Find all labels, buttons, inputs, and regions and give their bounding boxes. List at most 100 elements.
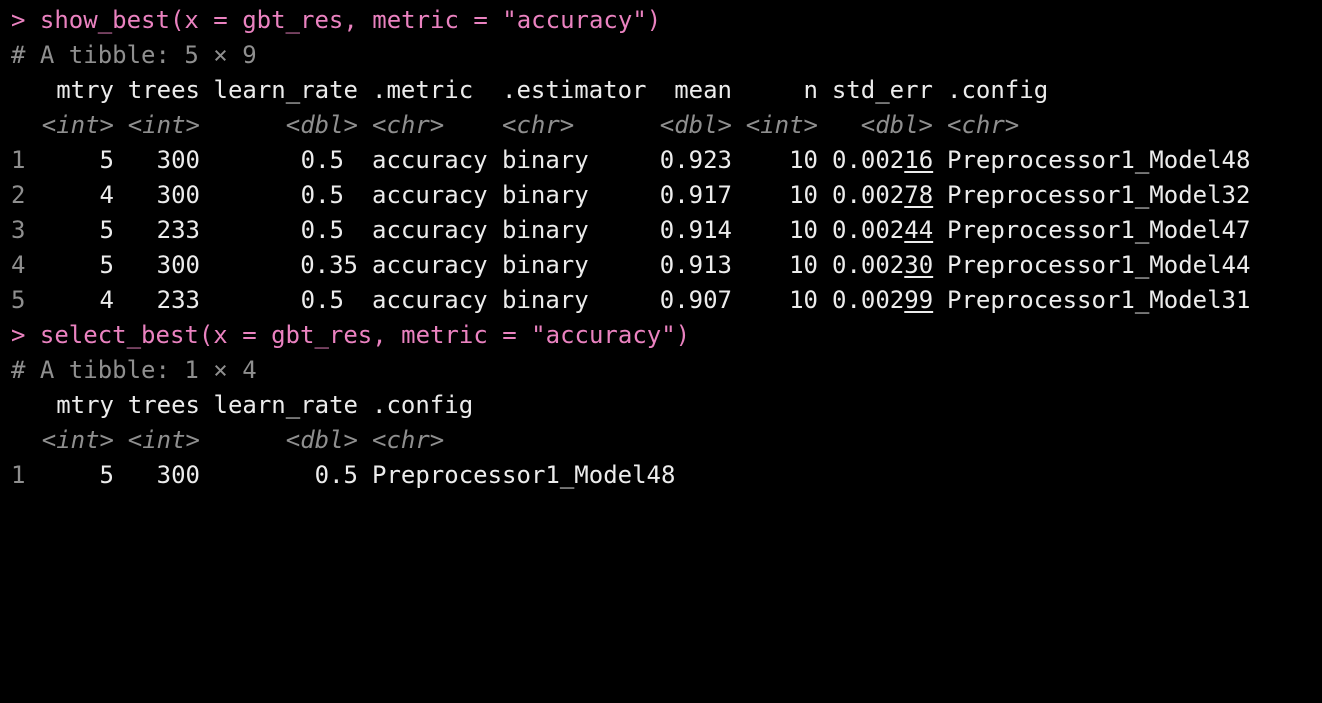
column-header: learn_rate — [213, 76, 359, 104]
column-type: <int> — [127, 111, 200, 139]
cell-mtry: 5 — [99, 216, 114, 244]
table-row: 5 4 233 0.5 accuracy binary 0.907 10 0.0… — [0, 283, 1322, 318]
cell-estimator: binary — [502, 286, 589, 314]
cell-trees: 300 — [156, 251, 200, 279]
cell-std-err: 0.00278 — [832, 178, 933, 213]
column-header: mean — [674, 76, 732, 104]
cell-metric: accuracy — [372, 286, 488, 314]
cell-mean: 0.907 — [659, 286, 732, 314]
cell-n: 10 — [789, 146, 818, 174]
column-header-row: mtry trees learn_rate .config — [0, 388, 1322, 423]
std-err-lead: 0.002 — [832, 286, 905, 314]
cell-config: Preprocessor1_Model48 — [372, 461, 676, 489]
std-err-tail: 99 — [904, 286, 934, 314]
column-type: <int> — [745, 111, 818, 139]
cell-trees: 233 — [156, 216, 200, 244]
table-row: 1 5 300 0.5 Preprocessor1_Model48 — [0, 458, 1322, 493]
cell-learn-rate: 0.5 — [300, 146, 344, 174]
cell-n: 10 — [789, 251, 818, 279]
command-line: > show_best(x = gbt_res, metric = "accur… — [0, 3, 1322, 38]
column-header: .estimator — [502, 76, 647, 104]
column-header: learn_rate — [213, 391, 359, 419]
column-type: <dbl> — [659, 111, 732, 139]
column-header: .config — [947, 76, 1049, 104]
cell-trees: 300 — [156, 146, 200, 174]
std-err-lead: 0.002 — [832, 216, 905, 244]
column-type: <int> — [41, 426, 114, 454]
cell-n: 10 — [789, 286, 818, 314]
cell-learn-rate: 0.5 — [300, 181, 344, 209]
column-type-row: <int> <int> <dbl> <chr> — [0, 423, 1322, 458]
column-header: mtry — [56, 76, 114, 104]
cell-std-err: 0.00299 — [832, 283, 933, 318]
table-row: 3 5 233 0.5 accuracy binary 0.914 10 0.0… — [0, 213, 1322, 248]
command-text: select_best(x = gbt_res, metric = "accur… — [39, 321, 691, 349]
cell-metric: accuracy — [372, 146, 488, 174]
column-header: .metric — [372, 76, 474, 104]
cell-config: Preprocessor1_Model32 — [947, 181, 1251, 209]
cell-learn-rate: 0.35 — [300, 251, 358, 279]
cell-trees: 300 — [156, 461, 200, 489]
cell-mtry: 5 — [99, 461, 114, 489]
cell-mtry: 5 — [99, 146, 114, 174]
cell-metric: accuracy — [372, 216, 488, 244]
std-err-tail: 44 — [904, 216, 934, 244]
column-type: <chr> — [372, 426, 445, 454]
cell-mean: 0.914 — [659, 216, 732, 244]
tibble-header: # A tibble: 5 × 9 — [11, 41, 257, 69]
cell-std-err: 0.00216 — [832, 143, 933, 178]
cell-metric: accuracy — [372, 251, 488, 279]
cell-estimator: binary — [502, 216, 589, 244]
r-console[interactable]: > show_best(x = gbt_res, metric = "accur… — [0, 0, 1322, 492]
column-header: .config — [372, 391, 474, 419]
cell-config: Preprocessor1_Model31 — [947, 286, 1251, 314]
column-type-row: <int> <int> <dbl> <chr> <chr> <dbl> <int… — [0, 108, 1322, 143]
tibble-header: # A tibble: 1 × 4 — [11, 356, 257, 384]
cell-n: 10 — [789, 181, 818, 209]
cell-mtry: 4 — [99, 181, 114, 209]
cell-n: 10 — [789, 216, 818, 244]
column-type: <dbl> — [285, 111, 358, 139]
cell-mtry: 5 — [99, 251, 114, 279]
cell-config: Preprocessor1_Model48 — [947, 146, 1251, 174]
cell-learn-rate: 0.5 — [300, 286, 344, 314]
column-type: <chr> — [947, 111, 1020, 139]
column-type: <chr> — [502, 111, 575, 139]
cell-learn-rate: 0.5 — [314, 461, 358, 489]
prompt-symbol: > — [11, 321, 26, 349]
std-err-lead: 0.002 — [832, 251, 905, 279]
table-row: 4 5 300 0.35 accuracy binary 0.913 10 0.… — [0, 248, 1322, 283]
column-type: <dbl> — [285, 426, 358, 454]
cell-mean: 0.913 — [659, 251, 732, 279]
std-err-lead: 0.002 — [832, 181, 905, 209]
table-row: 2 4 300 0.5 accuracy binary 0.917 10 0.0… — [0, 178, 1322, 213]
column-header: mtry — [56, 391, 114, 419]
cell-metric: accuracy — [372, 181, 488, 209]
std-err-lead: 0.002 — [832, 146, 905, 174]
column-type: <int> — [41, 111, 114, 139]
column-header: trees — [127, 391, 200, 419]
column-header: n — [803, 76, 818, 104]
cell-mean: 0.923 — [659, 146, 732, 174]
cell-trees: 233 — [156, 286, 200, 314]
cell-estimator: binary — [502, 251, 589, 279]
cell-mtry: 4 — [99, 286, 114, 314]
std-err-tail: 78 — [904, 181, 934, 209]
cell-estimator: binary — [502, 146, 589, 174]
column-header-row: mtry trees learn_rate .metric .estimator… — [0, 73, 1322, 108]
cell-mean: 0.917 — [659, 181, 732, 209]
cell-config: Preprocessor1_Model47 — [947, 216, 1251, 244]
column-header: std_err — [831, 76, 933, 104]
column-type: <int> — [127, 426, 200, 454]
std-err-tail: 30 — [904, 251, 934, 279]
cell-std-err: 0.00230 — [832, 248, 933, 283]
cell-std-err: 0.00244 — [832, 213, 933, 248]
cell-estimator: binary — [502, 181, 589, 209]
cell-learn-rate: 0.5 — [300, 216, 344, 244]
table-row: 1 5 300 0.5 accuracy binary 0.923 10 0.0… — [0, 143, 1322, 178]
prompt-symbol: > — [11, 6, 26, 34]
std-err-tail: 16 — [904, 146, 934, 174]
column-type: <dbl> — [860, 111, 933, 139]
command-line: > select_best(x = gbt_res, metric = "acc… — [0, 318, 1322, 353]
column-type: <chr> — [372, 111, 445, 139]
